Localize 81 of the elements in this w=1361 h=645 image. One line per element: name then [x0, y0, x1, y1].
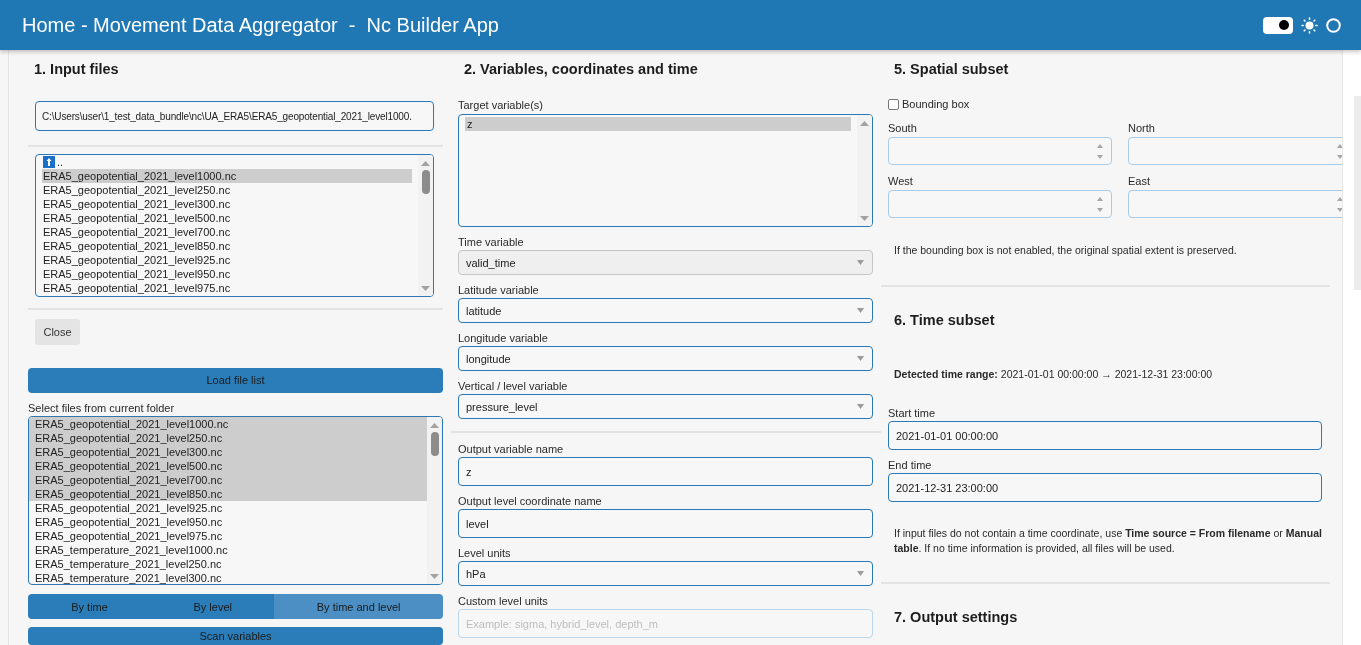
datetime-field[interactable]: 2021-12-31 23:00:00 — [888, 473, 1322, 502]
file-row[interactable]: ERA5_geopotential_2021_level975.nc — [42, 281, 412, 295]
datetime-field[interactable]: 2021-01-01 00:00:00 — [888, 421, 1322, 450]
path-field[interactable]: C:\Users\user\1_test_data_bundle\nc\UA_ERA5\ERA5_geopotential_2021_level1000. — [35, 101, 434, 131]
field-label: Vertical / level variable — [458, 379, 568, 393]
field-label: West — [888, 174, 913, 188]
field-label: Target variable(s) — [458, 98, 543, 112]
scroll-down-icon[interactable] — [421, 286, 430, 291]
field-label: Start time — [888, 406, 936, 420]
section-heading: 5. Spatial subset — [893, 60, 1009, 78]
scroll-down-icon[interactable] — [430, 574, 439, 579]
field-label: Select files from current folder — [28, 401, 175, 415]
section-heading: 2. Variables, coordinates and time — [463, 60, 698, 78]
mode-tab[interactable]: By time and level — [274, 594, 443, 619]
text-field[interactable]: level — [458, 509, 873, 538]
file-row[interactable]: ERA5_geopotential_2021_level500.nc — [29, 459, 427, 473]
select-field[interactable]: pressure_level — [458, 394, 873, 419]
field-label: South — [888, 121, 917, 135]
field-label: End time — [888, 458, 932, 472]
caret-icon — [857, 356, 864, 361]
parent-folder-row[interactable]: .. — [42, 155, 412, 169]
file-row[interactable]: ERA5_geopotential_2021_level950.nc — [42, 267, 412, 281]
scroll-down-icon[interactable] — [860, 216, 869, 221]
checkbox[interactable] — [888, 98, 899, 110]
file-row[interactable]: ERA5_geopotential_2021_level850.nc — [42, 239, 412, 253]
file-row[interactable]: ERA5_geopotential_2021_level300.nc — [29, 445, 427, 459]
select-field[interactable]: latitude — [458, 298, 873, 323]
file-row[interactable]: ERA5_geopotential_2021_level975.nc — [29, 529, 427, 543]
scroll-up-icon[interactable] — [860, 121, 869, 126]
section-heading: 1. Input files — [33, 60, 119, 78]
file-row[interactable]: ERA5_geopotential_2021_level1000.nc — [42, 169, 412, 183]
file-row[interactable]: ERA5_geopotential_2021_level1000.nc — [29, 417, 427, 431]
field-label: Latitude variable — [458, 283, 539, 297]
scrollbar-thumb[interactable] — [430, 432, 439, 456]
select-field[interactable]: hPa — [458, 561, 873, 586]
load-file-list-button[interactable]: Load file list — [28, 368, 443, 393]
time-range-text: Detected time range: 2021-01-01 00:00:00 → 2021-12-31 23:00:00 — [893, 367, 1214, 382]
field-label: Custom level units — [458, 594, 548, 608]
circle-icon[interactable] — [1326, 17, 1341, 33]
file-row[interactable]: ERA5_temperature_2021_level250.nc — [29, 557, 427, 571]
field-label: Time variable — [458, 235, 524, 249]
file-row[interactable]: ERA5_geopotential_2021_level950.nc — [29, 515, 427, 529]
scroll-up-icon[interactable] — [421, 161, 430, 166]
app-title: Home - Movement Data Aggregator - Nc Builder App — [22, 13, 499, 37]
field-label: East — [1128, 174, 1150, 188]
info-note: If the bounding box is not enabled, the original spatial extent is preserved. — [893, 243, 1238, 258]
scrollbar-thumb[interactable] — [421, 170, 430, 194]
field-label: Output level coordinate name — [458, 494, 602, 508]
field-label: Output variable name — [458, 442, 564, 456]
caret-icon — [857, 308, 864, 313]
theme-switch[interactable] — [1263, 16, 1293, 34]
text-field[interactable]: z — [458, 457, 873, 486]
file-row[interactable]: ERA5_geopotential_2021_level925.nc — [29, 501, 427, 515]
scan-button[interactable]: Scan variables — [28, 627, 443, 645]
section-heading: 6. Time subset — [893, 311, 995, 329]
mode-tab[interactable]: By time — [28, 594, 152, 619]
file-row[interactable]: ERA5_geopotential_2021_level300.nc — [42, 197, 412, 211]
file-row[interactable]: ERA5_geopotential_2021_level700.nc — [42, 225, 412, 239]
file-row[interactable]: ERA5_geopotential_2021_level700.nc — [29, 473, 427, 487]
file-row[interactable]: ERA5_geopotential_2021_level850.nc — [29, 487, 427, 501]
close-button[interactable]: Close — [35, 319, 80, 345]
field-label: Level units — [458, 546, 511, 560]
file-row[interactable]: ERA5_geopotential_2021_level925.nc — [42, 253, 412, 267]
field-label: Longitude variable — [458, 331, 548, 345]
file-row[interactable]: ERA5_temperature_2021_level1000.nc — [29, 543, 427, 557]
file-row[interactable]: ERA5_geopotential_2021_level250.nc — [29, 431, 427, 445]
scroll-up-icon[interactable] — [430, 423, 439, 428]
file-row[interactable]: ERA5_geopotential_2021_level500.nc — [42, 211, 412, 225]
mode-tab[interactable]: By level — [151, 594, 275, 619]
checkbox-label: Bounding box — [902, 97, 970, 111]
select-field[interactable]: longitude — [458, 346, 873, 371]
file-row[interactable]: ERA5_geopotential_2021_level250.nc — [42, 183, 412, 197]
file-row[interactable]: ERA5_temperature_2021_level300.nc — [29, 571, 427, 584]
field-label: North — [1128, 121, 1155, 135]
caret-icon — [857, 571, 864, 576]
sun-icon[interactable] — [1301, 16, 1318, 34]
section-heading: 7. Output settings — [893, 608, 1018, 626]
caret-icon — [857, 404, 864, 409]
variable-row[interactable]: z — [465, 117, 851, 131]
info-note: If input files do not contain a time coordinate, use Time source = From filename or Manual table. If no time information is provided, all files will be used. — [893, 526, 1323, 556]
caret-icon — [857, 260, 864, 265]
